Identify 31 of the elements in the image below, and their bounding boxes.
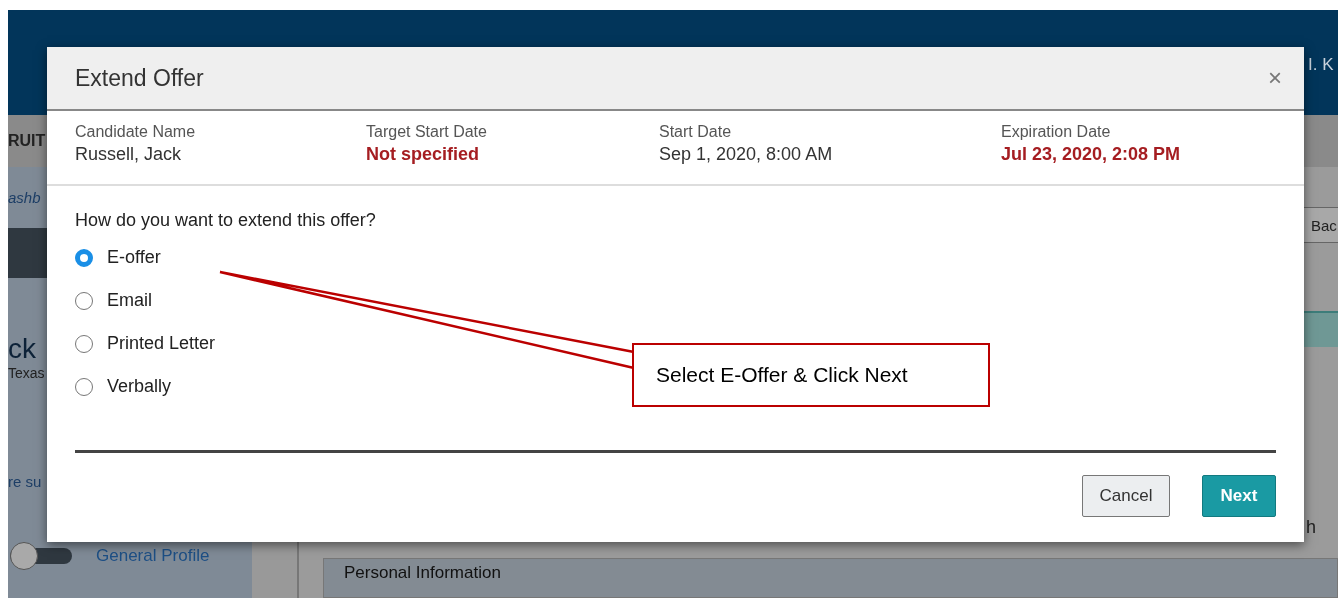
option-label[interactable]: E-offer bbox=[107, 247, 161, 268]
modal-title: Extend Offer bbox=[75, 64, 204, 92]
candidate-location: Texas bbox=[8, 365, 45, 381]
field-value: Not specified bbox=[366, 144, 481, 165]
back-button[interactable]: Bac bbox=[1302, 207, 1338, 243]
radio-button[interactable] bbox=[75, 377, 93, 396]
text-fragment: h bbox=[1306, 517, 1316, 538]
user-name: I. K bbox=[1308, 55, 1335, 75]
radio-button[interactable] bbox=[75, 334, 93, 353]
option-label[interactable]: Verbally bbox=[107, 376, 172, 397]
question-text: How do you want to extend this offer? bbox=[75, 210, 377, 231]
toggle-label: General Profile bbox=[96, 546, 210, 566]
field-value: Russell, Jack bbox=[75, 144, 183, 165]
field-value: Sep 1, 2020, 8:00 AM bbox=[659, 144, 834, 165]
section-title: Personal Information bbox=[344, 563, 501, 583]
field-label: Candidate Name bbox=[75, 123, 197, 141]
close-button[interactable]: × bbox=[1268, 64, 1282, 92]
nav-tab[interactable]: RUIT bbox=[8, 132, 46, 151]
section-header[interactable]: Personal Information bbox=[323, 558, 1338, 598]
field-label: Expiration Date bbox=[1001, 123, 1112, 141]
cancel-button[interactable]: Cancel bbox=[1082, 475, 1170, 517]
toggle-switch[interactable] bbox=[10, 542, 72, 570]
field-value: Jul 23, 2020, 2:08 PM bbox=[1001, 144, 1182, 165]
radio-button[interactable] bbox=[75, 291, 93, 310]
annotation-text: Select E-Offer & Click Next bbox=[656, 363, 908, 387]
option-label[interactable]: Printed Letter bbox=[107, 333, 216, 354]
field-label: Start Date bbox=[659, 123, 733, 141]
candidate-name: ck bbox=[8, 333, 36, 365]
option-label[interactable]: Email bbox=[107, 290, 152, 311]
field-label: Target Start Date bbox=[366, 123, 488, 141]
radio-button[interactable] bbox=[75, 248, 93, 267]
